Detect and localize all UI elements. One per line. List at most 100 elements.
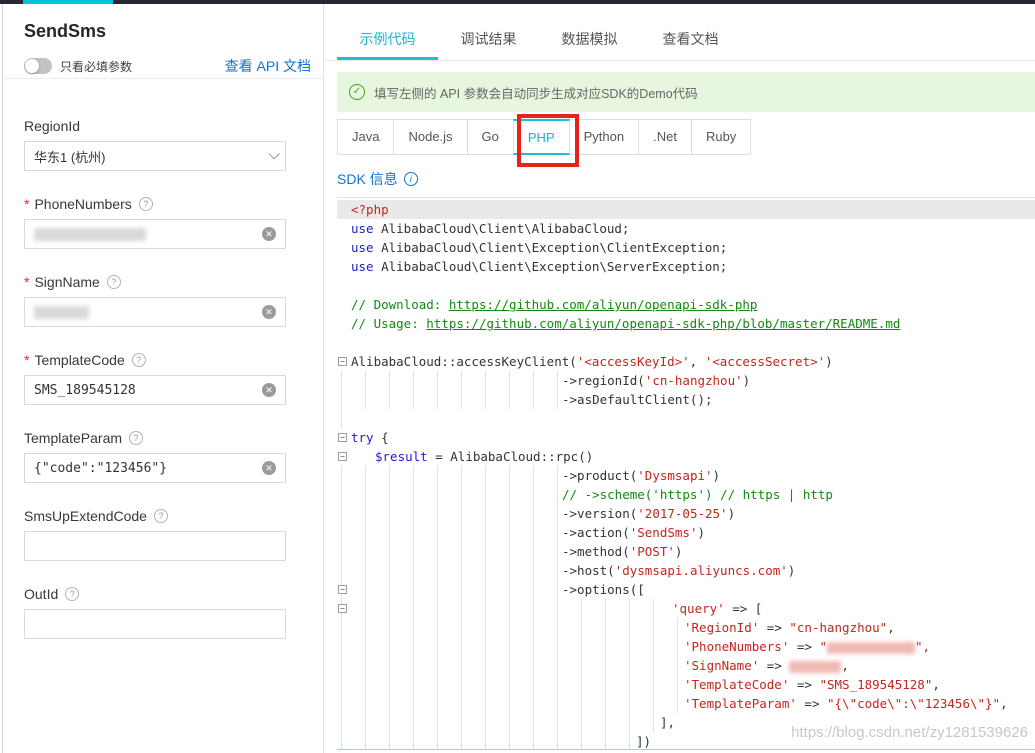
code-line: ->action('SendSms'): [337, 523, 1035, 542]
code-text: // Usage: https://github.com/aliyun/open…: [351, 314, 900, 333]
field-label: *TemplateCode?: [24, 350, 286, 370]
fold-collapse-icon[interactable]: −: [338, 585, 347, 594]
input-smsupextendcode[interactable]: [24, 531, 286, 561]
lang-tab-go[interactable]: Go: [467, 119, 514, 155]
lang-tab-net[interactable]: .Net: [638, 119, 692, 155]
help-icon[interactable]: ?: [139, 197, 153, 211]
code-line: use AlibabaCloud\Client\AlibabaCloud;: [337, 219, 1035, 238]
censored-code-value: [827, 642, 915, 654]
code-token: AlibabaCloud::accessKeyClient(: [351, 354, 577, 369]
indent-guides: [341, 523, 558, 542]
code-line: [337, 409, 1035, 428]
tab-2[interactable]: 调试结果: [438, 22, 539, 60]
code-text: ->options([: [562, 580, 645, 599]
tab-4[interactable]: 查看文档: [640, 22, 741, 60]
chevron-down-icon: [268, 148, 279, 159]
code-token: 'query': [672, 601, 725, 616]
field-regionid: RegionId华东1 (杭州): [24, 116, 286, 171]
tab-1[interactable]: 示例代码: [337, 22, 438, 60]
code-token: '<accessSecret>': [705, 354, 825, 369]
code-token: ]): [636, 734, 651, 749]
input-outid[interactable]: [24, 609, 286, 639]
lang-tab-nodejs[interactable]: Node.js: [393, 119, 467, 155]
code-line: 'PhoneNumbers' => "",: [337, 637, 1035, 656]
code-line: // Download: https://github.com/aliyun/o…: [337, 295, 1035, 314]
code-token: ): [697, 525, 705, 540]
required-asterisk: *: [24, 194, 29, 214]
fold-collapse-icon[interactable]: −: [338, 433, 347, 442]
field-templateparam: TemplateParam?{"code":"123456"}✕: [24, 428, 286, 483]
code-token: $result: [375, 449, 428, 464]
required-asterisk: *: [24, 350, 29, 370]
tab-3[interactable]: 数据模拟: [539, 22, 640, 60]
code-token: use: [351, 240, 374, 255]
language-tabs: JavaNode.jsGoPHPPython.NetRuby: [337, 119, 751, 155]
input-phonenumbers[interactable]: ✕: [24, 219, 286, 249]
fold-collapse-icon[interactable]: −: [338, 452, 347, 461]
indent-guides: [341, 561, 558, 580]
code-token: 'POST': [630, 544, 675, 559]
input-value: 华东1 (杭州): [34, 147, 106, 166]
code-token: // ->scheme('https') // https | http: [562, 487, 833, 502]
code-token: "SMS_189545128": [819, 677, 932, 692]
code-token: '2017-05-25': [637, 506, 727, 521]
clear-input-icon[interactable]: ✕: [262, 305, 276, 319]
sdk-info-link[interactable]: SDK 信息 i: [337, 168, 418, 190]
result-tabs: 示例代码调试结果数据模拟查看文档: [337, 22, 1035, 60]
view-api-doc-link[interactable]: 查看 API 文档: [225, 56, 311, 76]
code-token: 'dysmsapi.aliyuncs.com': [615, 563, 788, 578]
lang-tab-java[interactable]: Java: [337, 119, 394, 155]
code-line: 'TemplateCode' => "SMS_189545128",: [337, 675, 1035, 694]
clear-input-icon[interactable]: ✕: [262, 383, 276, 397]
help-icon[interactable]: ?: [65, 587, 79, 601]
code-token: 'cn-hangzhou': [645, 373, 743, 388]
required-only-toggle[interactable]: [24, 58, 52, 74]
clear-input-icon[interactable]: ✕: [262, 461, 276, 475]
indent-guides: [341, 485, 558, 504]
input-signname[interactable]: ✕: [24, 297, 286, 327]
indent-guides: [341, 371, 558, 390]
code-text: ->product('Dysmsapi'): [562, 466, 720, 485]
input-value: SMS_189545128: [34, 383, 136, 398]
code-text: ->method('POST'): [562, 542, 682, 561]
field-label: *SignName?: [24, 272, 286, 292]
code-token: ,: [690, 354, 705, 369]
help-icon[interactable]: ?: [154, 509, 168, 523]
code-token: ,: [887, 620, 895, 635]
clear-input-icon[interactable]: ✕: [262, 227, 276, 241]
input-templateparam[interactable]: {"code":"123456"}✕: [24, 453, 286, 483]
fold-collapse-icon[interactable]: −: [338, 604, 347, 613]
code-line: <?php: [337, 200, 1035, 219]
input-templatecode[interactable]: SMS_189545128 ✕: [24, 375, 286, 405]
code-token: {: [374, 430, 389, 445]
required-asterisk: *: [24, 272, 29, 292]
code-token: ,: [932, 677, 940, 692]
fold-collapse-icon[interactable]: −: [338, 357, 347, 366]
code-token: ->action(: [562, 525, 630, 540]
code-text: ],: [660, 713, 675, 732]
code-line: −try {: [337, 428, 1035, 447]
field-label: SmsUpExtendCode?: [24, 506, 286, 526]
code-token: 'TemplateCode': [684, 677, 789, 692]
code-line: − ->options([: [337, 580, 1035, 599]
code-line: ->host('dysmsapi.aliyuncs.com'): [337, 561, 1035, 580]
help-icon[interactable]: ?: [132, 353, 146, 367]
code-token: AlibabaCloud\Client\Exception\ClientExce…: [374, 240, 728, 255]
code-text: // Download: https://github.com/aliyun/o…: [351, 295, 757, 314]
code-text: ->version('2017-05-25'): [562, 504, 735, 523]
code-token: 'TemplateParam': [684, 696, 797, 711]
code-token: =>: [789, 677, 819, 692]
help-icon[interactable]: ?: [129, 431, 143, 445]
code-text: use AlibabaCloud\Client\Exception\Server…: [351, 257, 727, 276]
lang-tab-python[interactable]: Python: [569, 119, 639, 155]
indent-guides: [341, 390, 558, 409]
watermark-text: https://blog.csdn.net/zy1281539626: [770, 724, 1028, 741]
region-select[interactable]: 华东1 (杭州): [24, 141, 286, 171]
field-label-text: OutId: [24, 584, 58, 604]
code-text: use AlibabaCloud\Client\AlibabaCloud;: [351, 219, 629, 238]
help-icon[interactable]: ?: [107, 275, 121, 289]
lang-tab-ruby[interactable]: Ruby: [691, 119, 751, 155]
code-token: use: [351, 221, 374, 236]
code-editor[interactable]: <?phpuse AlibabaCloud\Client\AlibabaClou…: [337, 197, 1035, 750]
lang-tab-php[interactable]: PHP: [513, 119, 570, 155]
